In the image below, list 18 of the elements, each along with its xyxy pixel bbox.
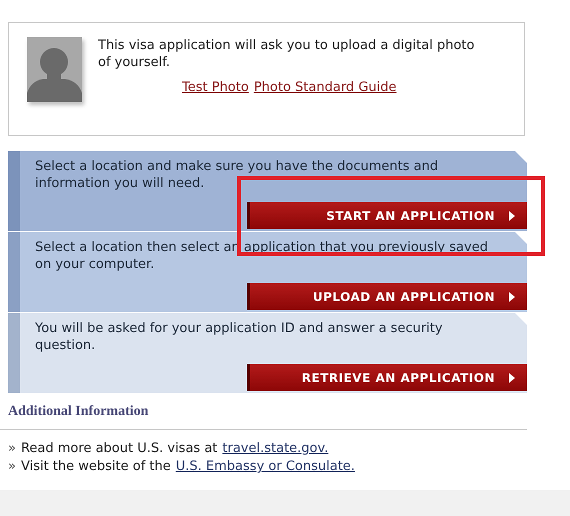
action-button[interactable]: RETRIEVE AN APPLICATION bbox=[247, 364, 527, 391]
photo-notice-text: This visa application will ask you to upload a digital photo of yourself. bbox=[98, 37, 476, 71]
link[interactable]: Test Photo bbox=[182, 80, 249, 95]
section-heading: Additional Information bbox=[8, 404, 148, 420]
instruction-text: Select a location and make sure you have the documents and information you will need. bbox=[35, 158, 440, 192]
caret-icon bbox=[509, 210, 515, 220]
info-text: Read more about U.S. visas at bbox=[20, 440, 218, 458]
instruction-text: You will be asked for your application ID and answer a security question. bbox=[35, 320, 444, 354]
action-button[interactable]: START AN APPLICATION bbox=[247, 202, 527, 229]
bullet-mark: » bbox=[8, 458, 16, 476]
link[interactable]: Photo Standard Guide bbox=[254, 80, 396, 95]
caret-icon bbox=[509, 372, 515, 382]
action-button[interactable]: UPLOAD AN APPLICATION bbox=[247, 283, 527, 310]
caret-icon bbox=[509, 292, 515, 302]
link[interactable]: U.S. Embassy or Consulate. bbox=[176, 458, 355, 476]
bullet-mark: » bbox=[8, 440, 16, 458]
info-text: Visit the website of the bbox=[20, 458, 171, 476]
link[interactable]: travel.state.gov. bbox=[222, 440, 328, 458]
